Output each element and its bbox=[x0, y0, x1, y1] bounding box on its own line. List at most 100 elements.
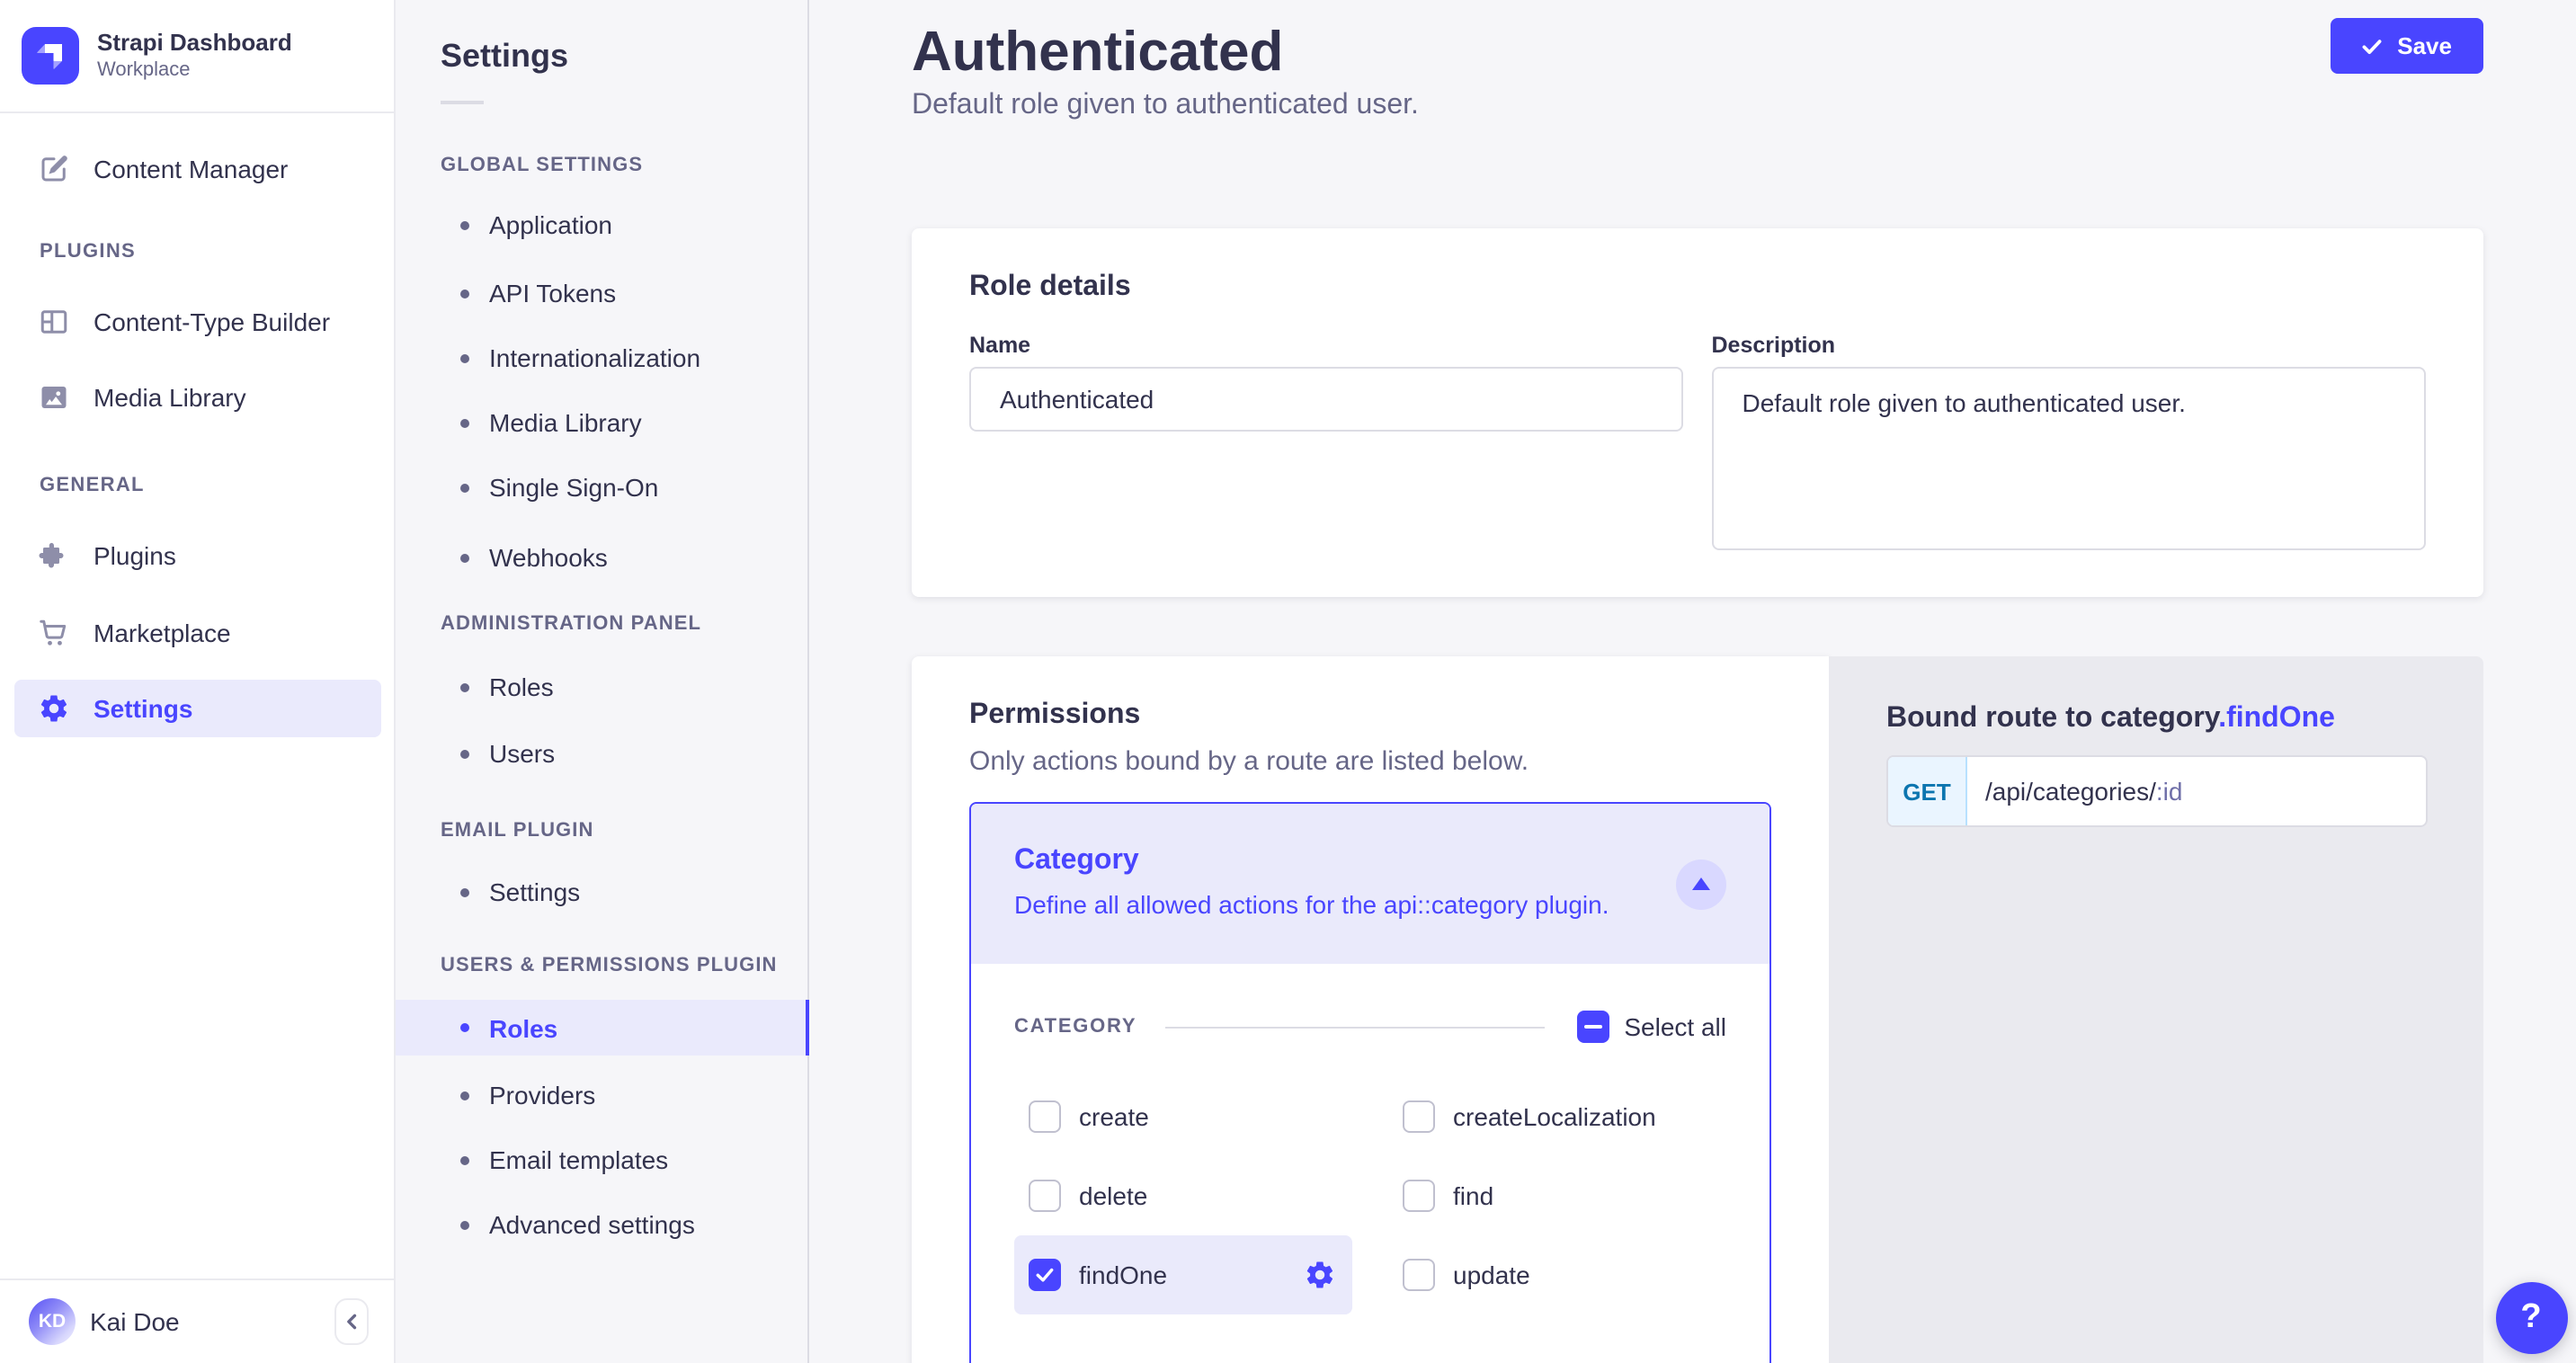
subnav-section-users-permissions-plugin: USERS & PERMISSIONS PLUGIN bbox=[441, 955, 778, 976]
save-button-label: Save bbox=[2397, 32, 2452, 59]
subnav-item-single-sign-on[interactable]: Single Sign-On bbox=[396, 460, 807, 514]
subnav-item-label: Roles bbox=[489, 1013, 557, 1042]
permissions-subtitle: Only actions bound by a route are listed… bbox=[969, 746, 1771, 777]
user-name: Kai Doe bbox=[90, 1307, 180, 1336]
action-label: findOne bbox=[1079, 1261, 1167, 1289]
subnav-item-label: Webhooks bbox=[489, 543, 608, 572]
name-label: Name bbox=[969, 333, 1683, 358]
sidebar-item-settings[interactable]: Settings bbox=[14, 680, 381, 737]
sidebar-item-plugins[interactable]: Plugins bbox=[0, 527, 396, 584]
category-accordion-body: CATEGORY Select all create bbox=[971, 964, 1769, 1314]
select-all-checkbox[interactable] bbox=[1577, 1011, 1609, 1043]
cart-icon bbox=[36, 615, 72, 651]
role-details-heading: Role details bbox=[969, 272, 2425, 304]
subnav-item-admin-roles[interactable]: Roles bbox=[396, 660, 807, 714]
chevron-left-icon bbox=[343, 1313, 361, 1331]
update-checkbox[interactable] bbox=[1403, 1259, 1435, 1291]
subnav-item-up-roles[interactable]: Roles bbox=[396, 1000, 807, 1056]
subnav-item-media-library[interactable]: Media Library bbox=[396, 396, 807, 450]
page-subtitle: Default role given to authenticated user… bbox=[912, 86, 2482, 126]
sidebar-item-label: Content-Type Builder bbox=[94, 307, 330, 336]
workspace-switcher[interactable]: Strapi Dashboard Workplace bbox=[0, 0, 394, 113]
route-param: :id bbox=[2156, 777, 2183, 806]
bullet-icon bbox=[460, 289, 469, 298]
sidebar-footer: KD Kai Doe bbox=[0, 1278, 394, 1363]
sidebar-item-label: Content Manager bbox=[94, 155, 288, 183]
subnav-section-global-settings: GLOBAL SETTINGS bbox=[441, 155, 643, 176]
help-button[interactable]: ? bbox=[2495, 1282, 2567, 1354]
bound-route-action: .findOne bbox=[2218, 703, 2335, 734]
subnav-item-api-tokens[interactable]: API Tokens bbox=[396, 266, 807, 320]
subnav-item-label: Providers bbox=[489, 1081, 595, 1109]
subnav-item-label: Media Library bbox=[489, 408, 642, 437]
subnav-item-label: Email templates bbox=[489, 1145, 668, 1174]
action-label: find bbox=[1453, 1181, 1493, 1210]
action-label: create bbox=[1079, 1102, 1149, 1131]
bullet-icon bbox=[460, 749, 469, 758]
subnav-item-label: Internationalization bbox=[489, 343, 700, 372]
bullet-icon bbox=[460, 1155, 469, 1164]
collapse-accordion-button[interactable] bbox=[1676, 859, 1726, 909]
create-checkbox[interactable] bbox=[1029, 1100, 1061, 1133]
accordion-title: Category bbox=[1014, 842, 1726, 881]
category-accordion-header[interactable]: Category Define all allowed actions for … bbox=[971, 804, 1769, 964]
bullet-icon bbox=[460, 483, 469, 492]
bullet-icon bbox=[460, 1220, 469, 1229]
sidebar-section-plugins: PLUGINS bbox=[40, 241, 136, 263]
subnav-item-email-settings[interactable]: Settings bbox=[396, 865, 807, 919]
action-row-delete: delete bbox=[1014, 1156, 1352, 1235]
name-field-group: Name Authenticated bbox=[969, 333, 1683, 550]
role-details-card: Role details Name Authenticated Descript… bbox=[912, 228, 2482, 597]
description-label: Description bbox=[1712, 333, 2426, 358]
bullet-icon bbox=[460, 553, 469, 562]
findOne-settings-button[interactable] bbox=[1302, 1257, 1338, 1293]
bullet-icon bbox=[460, 220, 469, 229]
bullet-icon bbox=[460, 418, 469, 427]
permissions-heading: Permissions bbox=[969, 699, 1771, 732]
subnav-item-admin-users[interactable]: Users bbox=[396, 726, 807, 780]
name-field[interactable]: Authenticated bbox=[969, 367, 1683, 432]
find-checkbox[interactable] bbox=[1403, 1180, 1435, 1212]
media-library-icon bbox=[36, 379, 72, 415]
findOne-checkbox[interactable] bbox=[1029, 1259, 1061, 1291]
page-header: Authenticated Save bbox=[912, 18, 2482, 86]
sidebar-item-media-library[interactable]: Media Library bbox=[0, 369, 396, 426]
strapi-logo-icon bbox=[22, 27, 79, 85]
subnav-item-webhooks[interactable]: Webhooks bbox=[396, 530, 807, 584]
subnav-item-providers[interactable]: Providers bbox=[396, 1068, 807, 1122]
action-row-update: update bbox=[1388, 1235, 1726, 1314]
group-divider-line bbox=[1165, 1026, 1545, 1028]
subnav-title: Settings bbox=[441, 38, 568, 76]
select-all-label: Select all bbox=[1624, 1012, 1726, 1041]
check-icon bbox=[2361, 35, 2383, 57]
subnav-item-application[interactable]: Application bbox=[396, 198, 807, 252]
save-button[interactable]: Save bbox=[2331, 18, 2482, 74]
bullet-icon bbox=[460, 1091, 469, 1100]
action-row-find: find bbox=[1388, 1156, 1726, 1235]
avatar[interactable]: KD bbox=[29, 1298, 76, 1345]
sidebar-item-content-type-builder[interactable]: Content-Type Builder bbox=[0, 293, 396, 351]
sidebar-item-label: Media Library bbox=[94, 383, 246, 412]
delete-checkbox[interactable] bbox=[1029, 1180, 1061, 1212]
http-method-badge: GET bbox=[1888, 757, 1967, 825]
actions-grid: create createLocalization delete bbox=[1014, 1077, 1726, 1314]
subnav-section-email-plugin: EMAIL PLUGIN bbox=[441, 820, 593, 842]
main-sidebar: Strapi Dashboard Workplace Content Manag… bbox=[0, 0, 396, 1363]
subnav-item-internationalization[interactable]: Internationalization bbox=[396, 331, 807, 385]
settings-subnav: Settings GLOBAL SETTINGS Application API… bbox=[396, 0, 809, 1363]
app-viewport: Strapi Dashboard Workplace Content Manag… bbox=[0, 0, 2576, 1363]
subnav-item-label: Advanced settings bbox=[489, 1210, 695, 1239]
collapse-sidebar-button[interactable] bbox=[334, 1298, 369, 1345]
sidebar-item-marketplace[interactable]: Marketplace bbox=[0, 604, 396, 662]
subnav-item-email-templates[interactable]: Email templates bbox=[396, 1133, 807, 1187]
createLocalization-checkbox[interactable] bbox=[1403, 1100, 1435, 1133]
action-row-create: create bbox=[1014, 1077, 1352, 1156]
bullet-icon bbox=[460, 887, 469, 896]
workspace-name: Workplace bbox=[97, 58, 292, 83]
sidebar-item-content-manager[interactable]: Content Manager bbox=[0, 140, 396, 198]
bullet-icon bbox=[460, 682, 469, 691]
description-field[interactable]: Default role given to authenticated user… bbox=[1712, 367, 2426, 550]
route-path: /api/categories/ bbox=[1985, 777, 2156, 806]
subnav-item-advanced-settings[interactable]: Advanced settings bbox=[396, 1198, 807, 1252]
sidebar-section-general: GENERAL bbox=[40, 475, 145, 496]
